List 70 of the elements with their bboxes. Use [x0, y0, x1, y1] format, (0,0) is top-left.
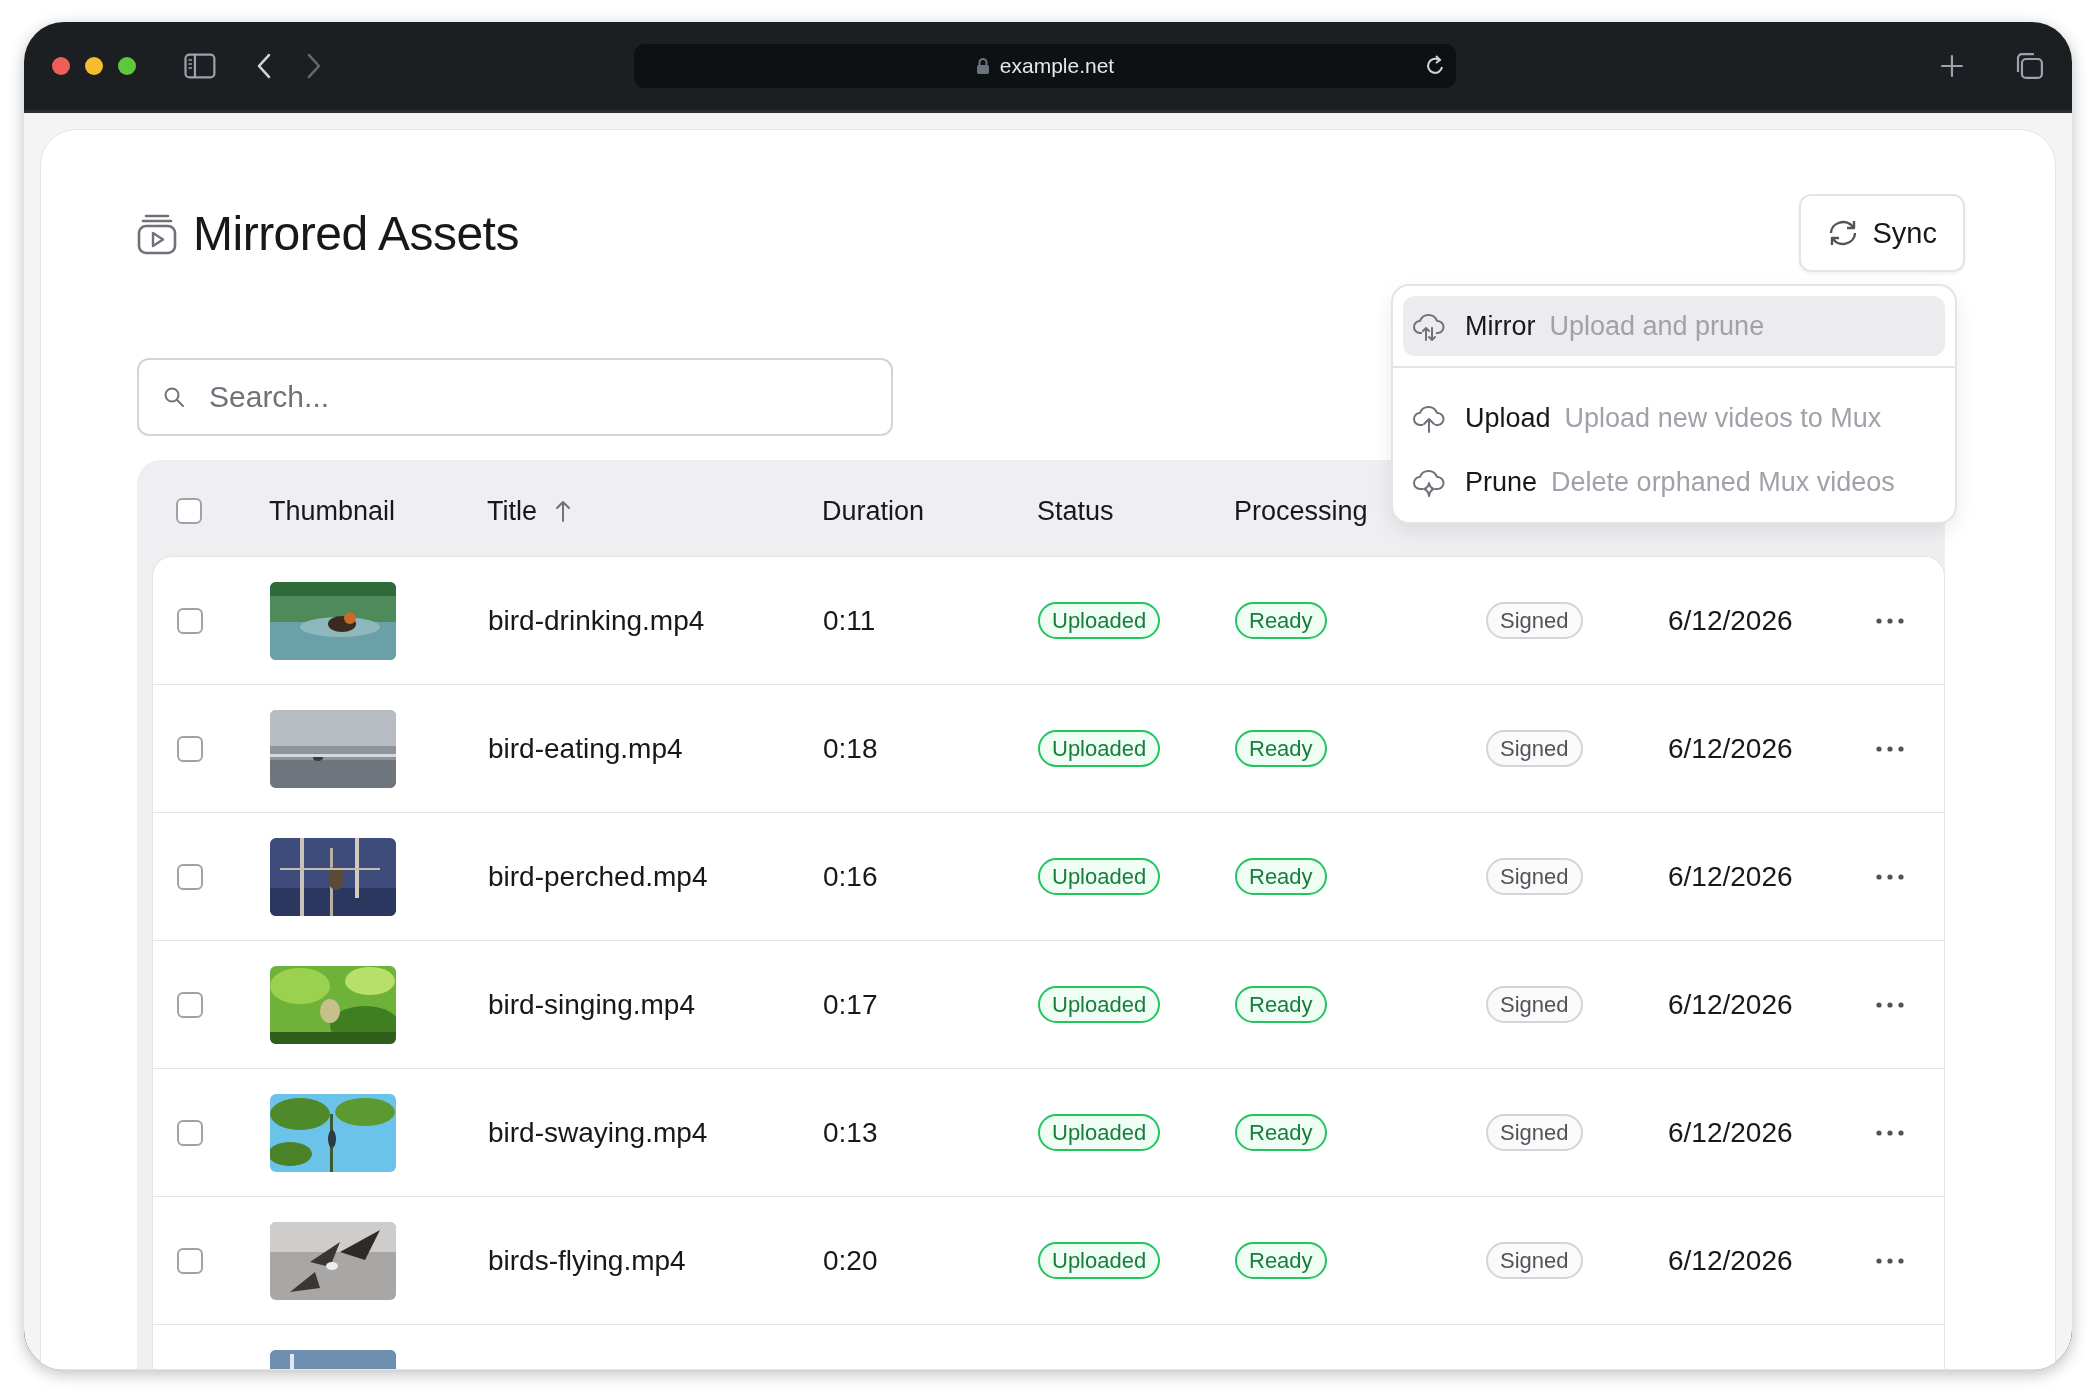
- processing-badge: Ready: [1235, 857, 1327, 896]
- more-options-icon[interactable]: [1876, 617, 1904, 624]
- more-options-icon[interactable]: [1876, 745, 1904, 752]
- status-badge: Uploaded: [1038, 729, 1161, 768]
- lock-icon: [975, 57, 990, 75]
- file-name: bird-eating.mp4: [488, 732, 683, 765]
- search-field[interactable]: Search...: [137, 358, 893, 436]
- policy-badge: Signed: [1486, 601, 1583, 640]
- column-header[interactable]: Processing: [1234, 495, 1368, 527]
- created-date: 6/12/2026: [1668, 1244, 1793, 1277]
- column-header[interactable]: Thumbnail: [269, 495, 396, 527]
- more-options-icon[interactable]: [1876, 873, 1904, 880]
- menu-item[interactable]: Mirror Upload and prune: [1403, 296, 1945, 356]
- search-icon: [163, 386, 185, 408]
- policy-badge: Signed: [1486, 857, 1583, 896]
- minimize-window-icon[interactable]: [85, 57, 103, 75]
- created-date: 6/12/2026: [1668, 860, 1793, 893]
- zoom-window-icon[interactable]: [118, 57, 136, 75]
- video-stack-icon: [137, 212, 177, 255]
- created-date: 6/12/2026: [1668, 732, 1793, 765]
- row-checkbox[interactable]: [177, 735, 203, 762]
- close-window-icon[interactable]: [52, 57, 70, 75]
- row-checkbox[interactable]: [177, 991, 203, 1018]
- policy-badge: Signed: [1486, 729, 1583, 768]
- duration-text: 0:20: [823, 1244, 878, 1277]
- column-header[interactable]: Title: [487, 495, 571, 527]
- policy-badge: Signed: [1486, 1241, 1583, 1280]
- column-header[interactable]: Duration: [822, 495, 925, 527]
- created-date: 6/12/2026: [1668, 1116, 1793, 1149]
- policy-badge: Signed: [1486, 1113, 1583, 1152]
- file-name: bird-drinking.mp4: [488, 604, 705, 637]
- status-badge: Uploaded: [1038, 1113, 1161, 1152]
- processing-badge: Ready: [1235, 1241, 1327, 1280]
- duration-text: 0:11: [823, 604, 876, 637]
- select-all-checkbox[interactable]: [176, 498, 202, 524]
- tabs-overview-icon[interactable]: [2014, 52, 2044, 80]
- row-checkbox[interactable]: [177, 607, 203, 634]
- file-name: bird-perched.mp4: [488, 860, 708, 893]
- duration-text: 0:17: [823, 988, 878, 1021]
- more-options-icon[interactable]: [1876, 1257, 1904, 1264]
- processing-badge: Ready: [1235, 601, 1327, 640]
- created-date: 6/12/2026: [1668, 988, 1793, 1021]
- status-badge: Uploaded: [1038, 1241, 1161, 1280]
- processing-badge: Ready: [1235, 985, 1327, 1024]
- sync-button[interactable]: Sync: [1798, 194, 1965, 272]
- page-title: Mirrored Assets: [193, 206, 519, 261]
- address-bar[interactable]: example.net: [633, 44, 1457, 88]
- policy-badge: Signed: [1486, 985, 1583, 1024]
- row-checkbox[interactable]: [177, 1119, 203, 1146]
- new-tab-icon[interactable]: [1940, 54, 1965, 78]
- duration-text: 0:18: [823, 732, 878, 765]
- more-options-icon[interactable]: [1876, 1129, 1904, 1136]
- sort-ascending-icon[interactable]: [555, 499, 571, 523]
- file-name: bird-swaying.mp4: [488, 1116, 708, 1149]
- status-badge: Uploaded: [1038, 857, 1161, 896]
- file-name: birds-flying.mp4: [488, 1244, 686, 1277]
- status-badge: Uploaded: [1038, 985, 1161, 1024]
- sidebar-icon[interactable]: [184, 53, 216, 79]
- row-checkbox[interactable]: [177, 863, 203, 890]
- processing-badge: Ready: [1235, 1113, 1327, 1152]
- more-options-icon[interactable]: [1876, 1001, 1904, 1008]
- back-icon[interactable]: [255, 53, 272, 79]
- duration-text: 0:13: [823, 1116, 878, 1149]
- column-header[interactable]: Status: [1037, 495, 1114, 527]
- duration-text: 0:16: [823, 860, 878, 893]
- file-name: bird-singing.mp4: [488, 988, 695, 1021]
- row-checkbox[interactable]: [177, 1247, 203, 1274]
- status-badge: Uploaded: [1038, 601, 1161, 640]
- created-date: 6/12/2026: [1668, 604, 1793, 637]
- processing-badge: Ready: [1235, 729, 1327, 768]
